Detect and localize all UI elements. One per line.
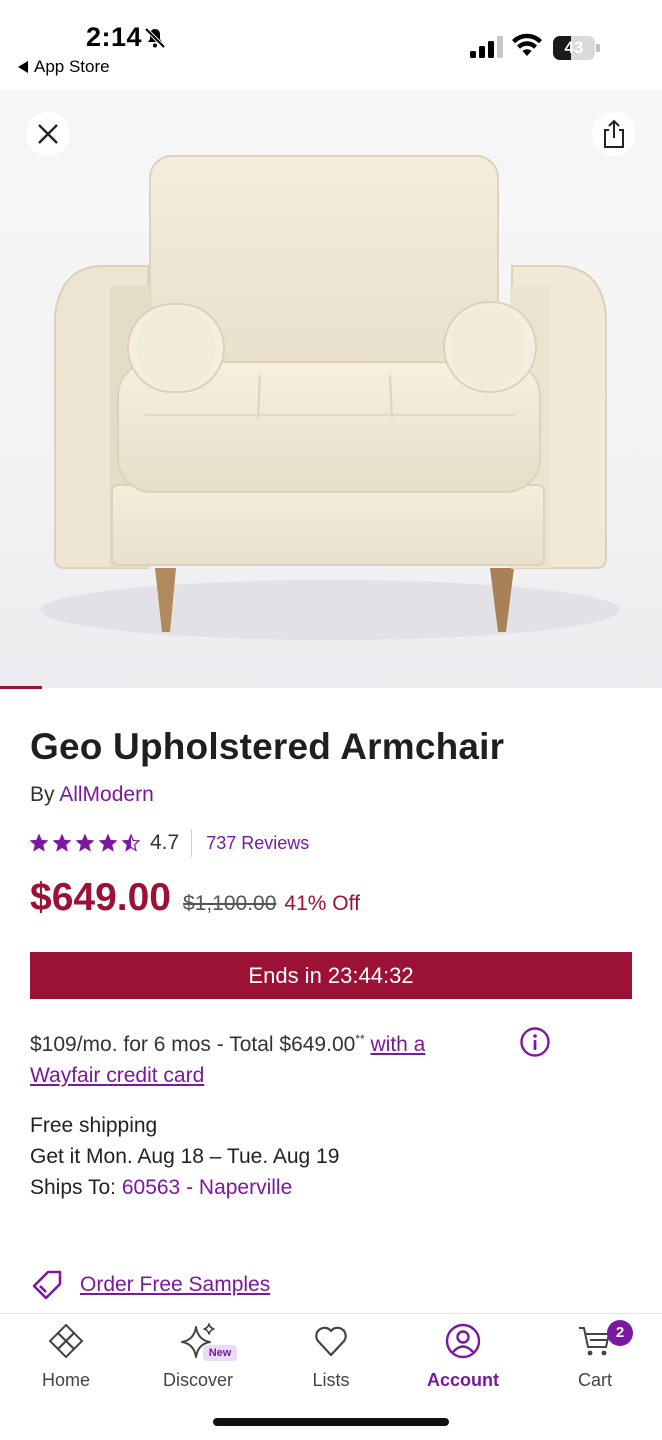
rating-value: 4.7 [150,831,180,854]
battery-level: 43 [564,38,584,57]
rating-row[interactable]: 4.7 737 Reviews [30,828,309,858]
star-icon [53,834,71,852]
tab-discover-label: Discover [162,1370,233,1390]
home-icon [48,1323,84,1359]
discount-label: 41% Off [284,892,360,915]
bell-slash-icon [144,27,166,49]
close-icon [38,124,58,144]
star-icon [76,834,94,852]
sale-timer-text: Ends in 23:44:32 [248,962,414,988]
share-button[interactable] [592,112,636,156]
shipping-info: Free shipping Get it Mon. Aug 18 – Tue. … [30,1110,339,1172]
financing-footnote: ** [355,1032,365,1046]
share-icon [604,119,624,148]
info-icon[interactable] [519,1026,551,1058]
rating-divider [191,829,193,857]
ships-to-location[interactable]: 60563 - Naperville [122,1176,292,1199]
financing-offer: $109/mo. for 6 mos - Total $649.00** wit… [30,1024,570,1091]
order-samples-row[interactable]: Order Free Samples [30,1268,270,1302]
by-prefix: By [30,783,55,806]
free-shipping-label: Free shipping [30,1114,158,1137]
ships-to-label: Ships To: [30,1176,116,1199]
rating-stars [30,834,140,852]
heart-icon [315,1326,347,1357]
star-icon [99,834,117,852]
product-title: Geo Upholstered Armchair [30,726,505,767]
armchair-illustration [40,155,620,640]
status-time: 2:14 [86,22,143,52]
back-app-label: App Store [34,57,110,76]
cellular-signal-icon [470,36,503,58]
wifi-icon [512,33,542,56]
tab-cart-label: Cart [577,1370,612,1390]
price-row: $649.00 $1,100.00 41% Off [30,876,360,920]
reviews-link[interactable]: 737 Reviews [206,833,309,854]
product-image[interactable] [0,90,662,688]
back-triangle-icon [18,61,28,73]
tab-lists[interactable]: Lists [276,1322,386,1392]
brand-line: By AllModern [30,783,154,807]
sale-price: $649.00 [30,876,171,919]
original-price: $1,100.00 [182,892,277,915]
delivery-estimate: Get it Mon. Aug 18 – Tue. Aug 19 [30,1145,340,1168]
tab-lists-label: Lists [312,1370,350,1390]
battery-icon: 43 [553,36,601,60]
image-carousel-progress [0,686,42,689]
tab-cart[interactable]: Cart [540,1322,650,1392]
tag-icon [32,1270,62,1300]
status-bar: 2:14 App Store 43 [0,0,662,90]
ships-to-row: Ships To: 60563 - Naperville [30,1176,292,1200]
home-indicator [213,1418,449,1426]
star-icon [122,834,140,852]
tab-home-label: Home [41,1370,90,1390]
account-icon [445,1323,481,1359]
financing-text: $109/mo. for 6 mos - Total $649.00 [30,1033,356,1056]
tab-account-label: Account [427,1370,499,1390]
discover-new-badge: New [203,1345,237,1361]
back-to-app-store[interactable]: App Store [18,57,110,77]
credit-card-link[interactable]: with a [371,1033,426,1056]
cart-count-badge: 2 [607,1320,633,1346]
tab-home[interactable]: Home [11,1322,121,1392]
tab-account[interactable]: Account [408,1322,518,1392]
sale-timer-banner: Ends in 23:44:32 [30,952,632,999]
star-icon [30,834,48,852]
close-button[interactable] [26,112,70,156]
credit-card-link-2[interactable]: Wayfair credit card [30,1064,204,1087]
order-samples-link[interactable]: Order Free Samples [80,1273,270,1297]
brand-link[interactable]: AllModern [59,783,154,806]
